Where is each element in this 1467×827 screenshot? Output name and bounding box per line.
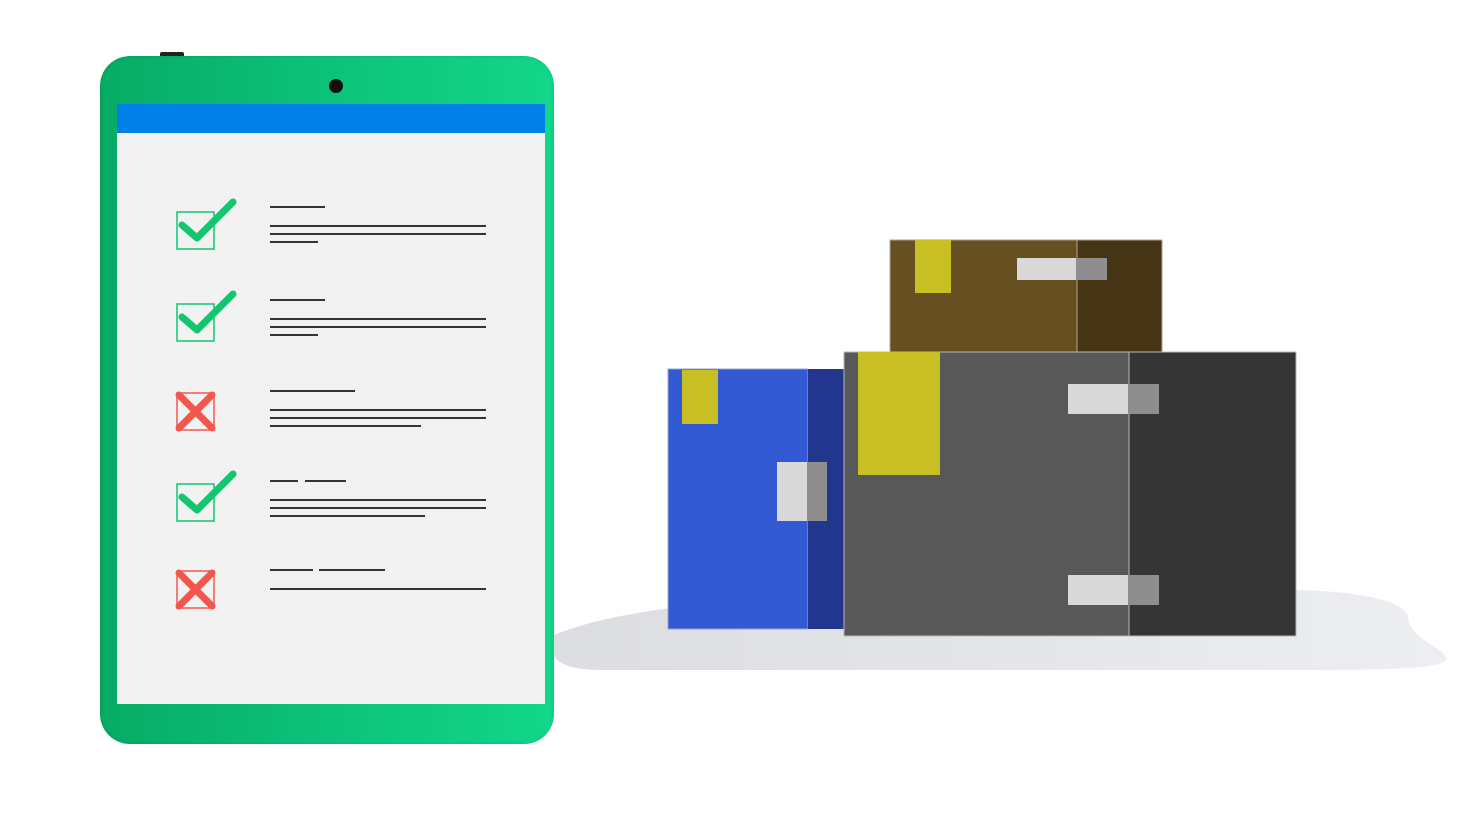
boxes-stack [667,239,1297,637]
brown-box [889,239,1163,353]
gray-box [843,351,1297,637]
blue-box [667,368,846,630]
illustration [0,0,1467,827]
